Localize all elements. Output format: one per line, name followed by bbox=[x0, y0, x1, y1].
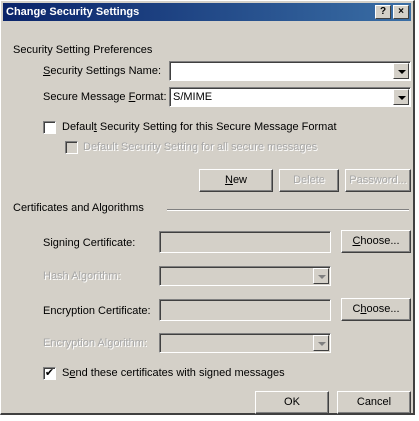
security-settings-name-label: Security Settings Name: bbox=[43, 65, 161, 77]
secure-message-format-combo[interactable]: S/MIME bbox=[169, 87, 411, 107]
hash-algorithm-label: Hash Algorithm: bbox=[43, 270, 121, 282]
default-all-label: Default Security Setting for all secure … bbox=[83, 141, 318, 153]
secure-message-format-value: S/MIME bbox=[173, 91, 213, 103]
delete-button: Delete bbox=[279, 169, 339, 192]
chevron-down-icon bbox=[313, 335, 329, 351]
preferences-group-title: Security Setting Preferences bbox=[13, 44, 153, 56]
encryption-certificate-field bbox=[159, 299, 331, 321]
default-format-label[interactable]: Default Security Setting for this Secure… bbox=[62, 121, 337, 133]
signing-certificate-field bbox=[159, 231, 331, 253]
signing-choose-button[interactable]: Choose... bbox=[341, 230, 411, 253]
group-divider bbox=[167, 209, 409, 211]
close-icon: × bbox=[398, 6, 404, 17]
help-button[interactable]: ? bbox=[375, 5, 391, 19]
chevron-down-icon[interactable] bbox=[393, 63, 409, 79]
new-button[interactable]: New bbox=[199, 169, 273, 192]
certificates-group-title: Certificates and Algorithms bbox=[13, 202, 144, 214]
security-settings-name-combo[interactable] bbox=[169, 61, 411, 81]
change-security-settings-dialog: Change Security Settings ? × Security Se… bbox=[0, 0, 415, 415]
signing-certificate-label: Signing Certificate: bbox=[43, 237, 136, 249]
send-certificates-label[interactable]: Send these certificates with signed mess… bbox=[62, 367, 285, 379]
title-bar: Change Security Settings ? × bbox=[3, 3, 411, 21]
chevron-down-icon[interactable] bbox=[393, 89, 409, 105]
encryption-choose-button[interactable]: Choose... bbox=[341, 298, 411, 321]
checkmark-icon: ✔ bbox=[44, 367, 55, 379]
password-button: Password... bbox=[345, 169, 411, 192]
close-button[interactable]: × bbox=[393, 5, 409, 19]
default-format-checkbox[interactable] bbox=[43, 121, 56, 134]
encryption-algorithm-label: Encryption Algorithm: bbox=[43, 337, 147, 349]
help-icon: ? bbox=[379, 6, 387, 17]
encryption-algorithm-combo bbox=[159, 333, 331, 353]
send-certificates-checkbox[interactable]: ✔ bbox=[43, 367, 56, 380]
encryption-certificate-label: Encryption Certificate: bbox=[43, 305, 151, 317]
hash-algorithm-combo bbox=[159, 266, 331, 286]
window-title: Change Security Settings bbox=[6, 6, 140, 18]
cancel-button[interactable]: Cancel bbox=[337, 391, 411, 414]
chevron-down-icon bbox=[313, 268, 329, 284]
secure-message-format-label: Secure Message Format: bbox=[43, 91, 167, 103]
default-all-checkbox bbox=[65, 141, 78, 154]
ok-button[interactable]: OK bbox=[255, 391, 329, 414]
